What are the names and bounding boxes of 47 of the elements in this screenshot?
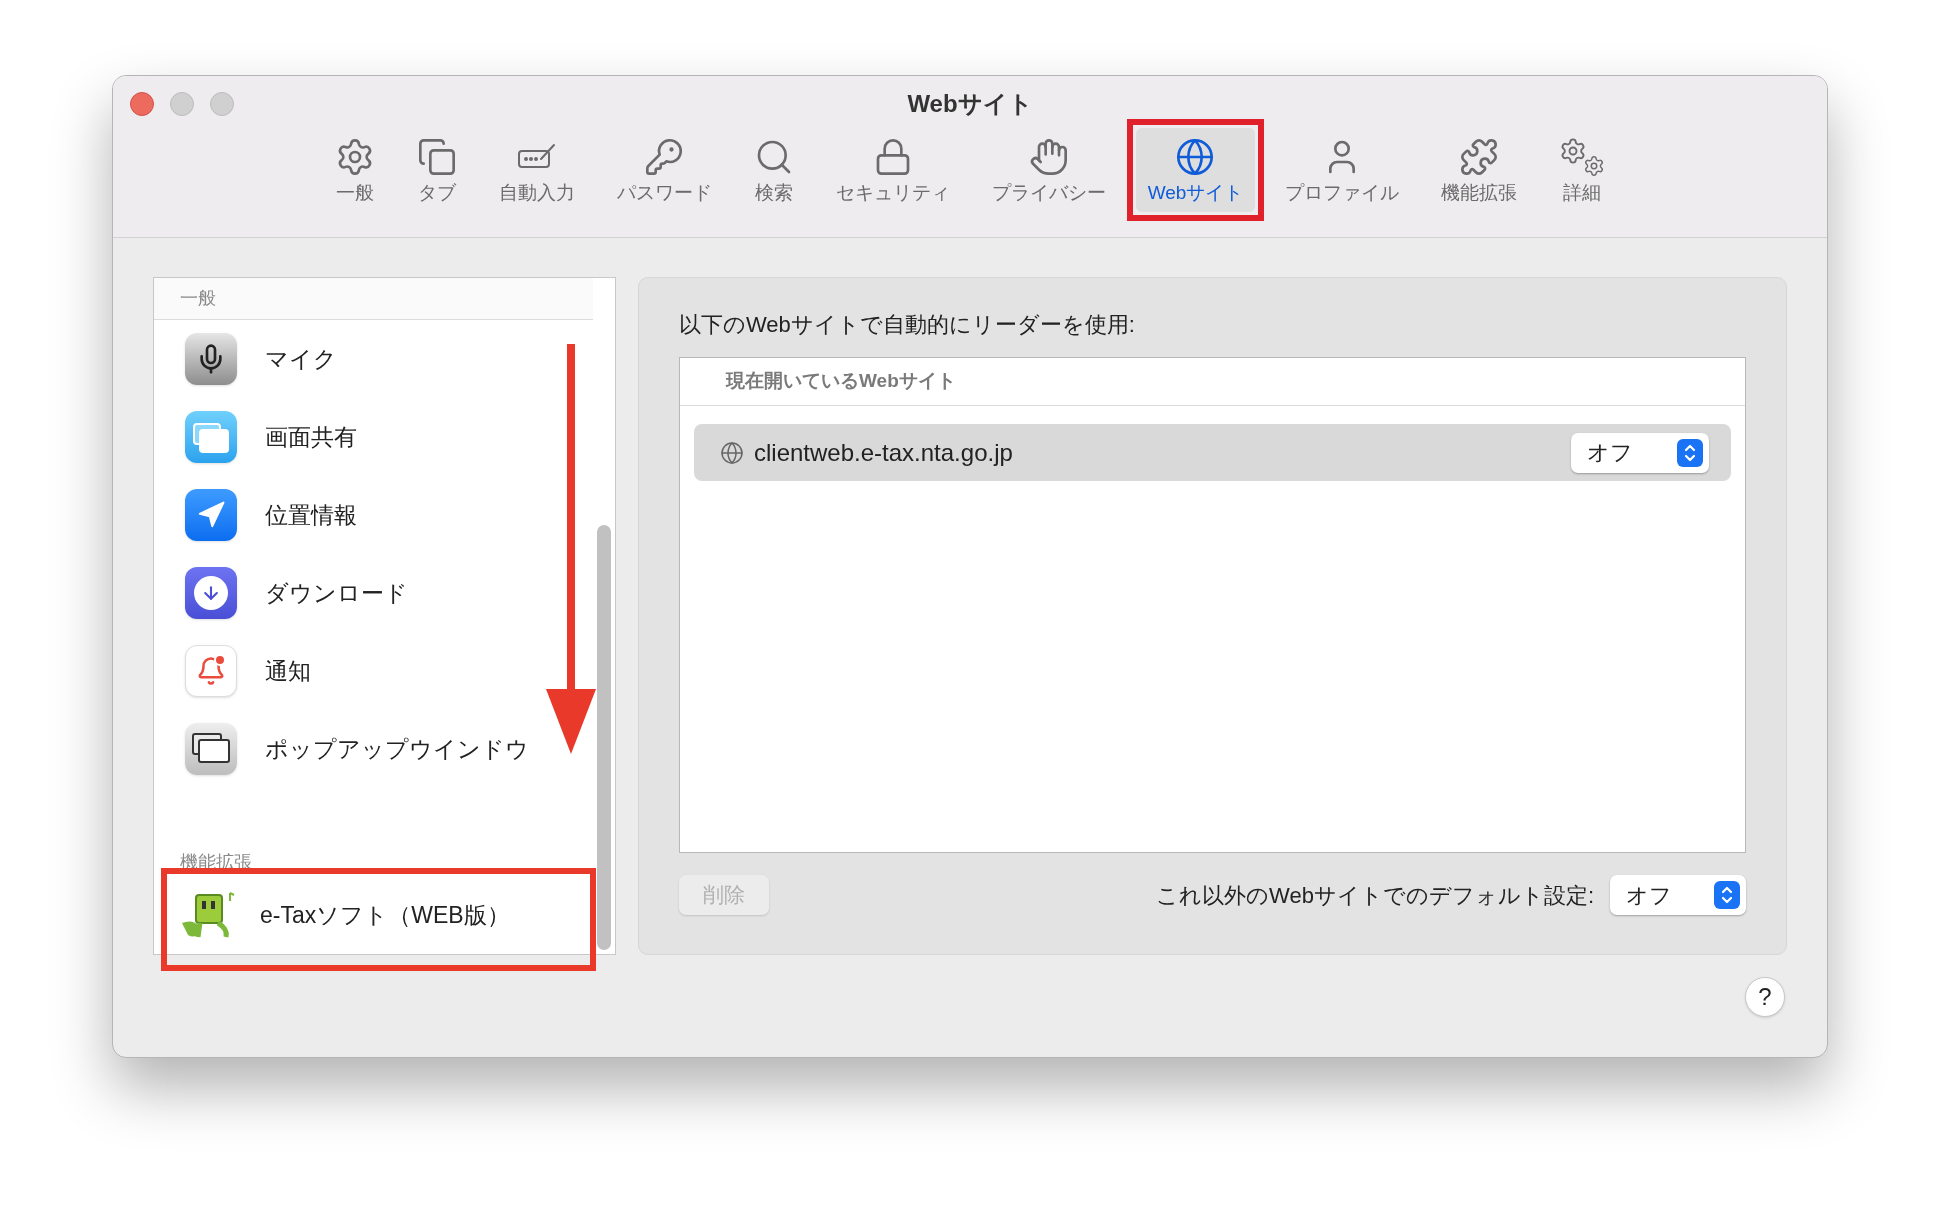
location-icon bbox=[185, 489, 237, 541]
sidebar-item[interactable]: マイク bbox=[154, 320, 593, 398]
stepper-icon bbox=[1714, 881, 1740, 909]
toolbar-tab[interactable]: セキュリティ bbox=[823, 128, 962, 212]
toolbar-tab[interactable]: 詳細 bbox=[1547, 128, 1618, 212]
notification-bell-icon bbox=[185, 645, 237, 697]
toolbar-tab[interactable]: 機能拡張 bbox=[1429, 128, 1530, 212]
key-icon bbox=[644, 137, 685, 177]
tabs-icon bbox=[416, 137, 457, 177]
microphone-icon bbox=[185, 333, 237, 385]
column-header: 現在開いているWebサイト bbox=[726, 369, 956, 394]
gears-icon bbox=[1559, 137, 1606, 177]
toolbar-tab[interactable]: 検索 bbox=[741, 128, 806, 212]
help-button[interactable]: ? bbox=[1745, 977, 1785, 1017]
minimize-button[interactable] bbox=[170, 92, 194, 116]
toolbar-tab[interactable]: Webサイト bbox=[1135, 128, 1256, 212]
zoom-button[interactable] bbox=[210, 92, 234, 116]
stepper-icon bbox=[1677, 438, 1703, 467]
close-button[interactable] bbox=[130, 92, 154, 116]
sidebar-item[interactable]: 画面共有 bbox=[154, 398, 593, 476]
panel-label: 以下のWebサイトで自動的にリーダーを使用: bbox=[679, 311, 1136, 339]
toolbar-tab[interactable]: 自動入力 bbox=[486, 128, 587, 212]
sidebar-item[interactable]: 通知 bbox=[154, 632, 593, 710]
globe-icon bbox=[1175, 137, 1216, 177]
popup-window-icon bbox=[185, 723, 237, 775]
globe-icon bbox=[720, 440, 744, 465]
screen-share-icon bbox=[185, 411, 237, 463]
sidebar-item[interactable]: ダウンロード bbox=[154, 554, 593, 632]
hand-icon bbox=[1028, 137, 1069, 177]
website-url: clientweb.e-tax.nta.go.jp bbox=[754, 437, 1014, 468]
toolbar-tab[interactable]: プライバシー bbox=[979, 128, 1118, 212]
scrollbar[interactable] bbox=[597, 525, 611, 950]
section-header: 一般 bbox=[180, 287, 216, 310]
default-setting-dropdown[interactable]: オフ bbox=[1610, 875, 1746, 915]
toolbar-tab[interactable]: タブ bbox=[404, 128, 469, 212]
puzzle-icon bbox=[1459, 137, 1500, 177]
toolbar-tab[interactable]: 一般 bbox=[322, 128, 387, 212]
sidebar-item[interactable]: 位置情報 bbox=[154, 476, 593, 554]
toolbar-tab[interactable]: パスワード bbox=[604, 128, 724, 212]
website-row[interactable]: clientweb.e-tax.nta.go.jp オフ bbox=[694, 424, 1731, 481]
toolbar-tab[interactable]: プロファイル bbox=[1273, 128, 1412, 212]
setting-dropdown[interactable]: オフ bbox=[1571, 432, 1709, 473]
download-icon bbox=[185, 567, 237, 619]
sidebar-item[interactable]: ポップアップウインドウ bbox=[154, 710, 593, 788]
default-setting-label: これ以外のWebサイトでのデフォルト設定: bbox=[1156, 881, 1594, 910]
window-title: Webサイト bbox=[907, 89, 1033, 119]
sidebar-item[interactable]: e-Taxソフト（WEB版） bbox=[154, 878, 593, 952]
